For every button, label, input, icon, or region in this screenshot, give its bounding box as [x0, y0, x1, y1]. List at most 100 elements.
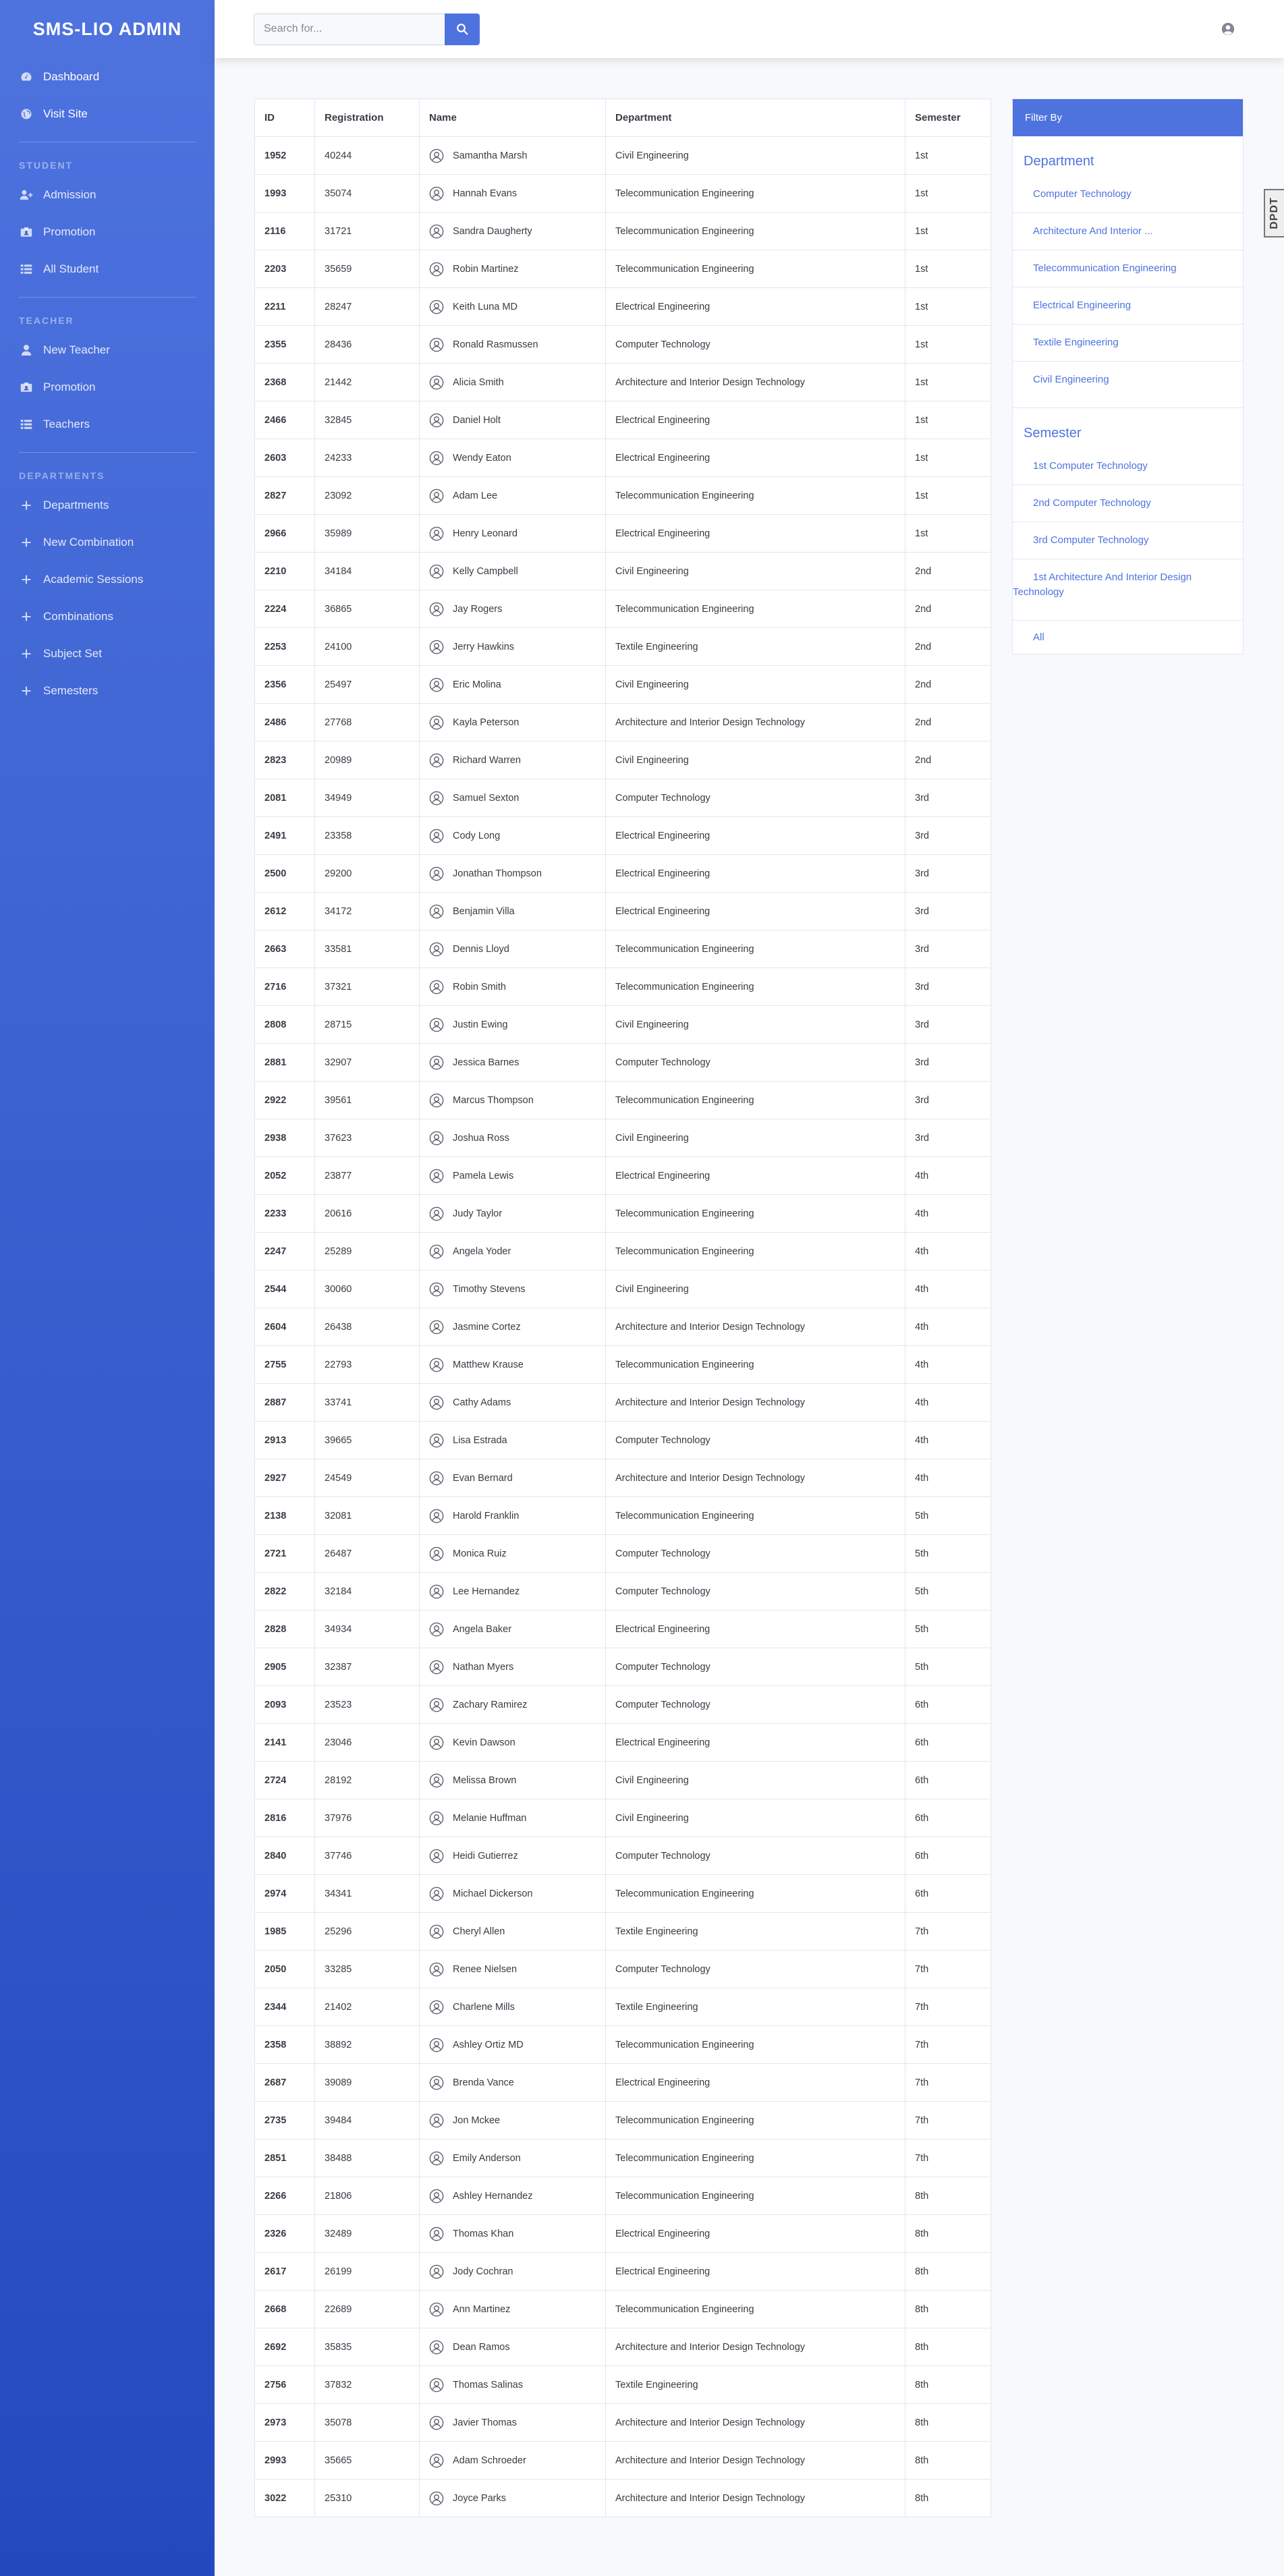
table-row[interactable]: 2486 27768 Kayla Peterson Architecture and …: [254, 703, 991, 741]
table-row[interactable]: 2081 34949 Samuel Sexton Computer Technolog…: [254, 779, 991, 817]
table-row[interactable]: 2993 35665 Adam Schroeder Architecture and …: [254, 2441, 991, 2480]
table-row[interactable]: 2355 28436 Ronald Rasmussen Computer Techno…: [254, 325, 991, 364]
sidebar-item-all-student[interactable]: All Student: [0, 250, 215, 287]
table-row[interactable]: 2828 34934 Angela Baker Electrical Engineer…: [254, 1610, 991, 1648]
sidebar-item-dashboard[interactable]: Dashboard: [0, 58, 215, 95]
table-row[interactable]: 2326 32489 Thomas Khan Electrical Engineeri…: [254, 2214, 991, 2253]
table-row[interactable]: 2756 37832 Thomas Salinas Textile Engineeri…: [254, 2365, 991, 2404]
table-row[interactable]: 2668 22689 Ann Martinez Telecommunication E…: [254, 2290, 991, 2328]
sidebar-item-subject-set[interactable]: Subject Set: [0, 635, 215, 672]
table-row[interactable]: 2823 20989 Richard Warren Civil Engineering…: [254, 741, 991, 779]
table-row[interactable]: 2203 35659 Robin Martinez Telecommunication…: [254, 250, 991, 288]
column-header-name[interactable]: Name: [419, 99, 606, 137]
table-row[interactable]: 2500 29200 Jonathan Thompson Electrical Eng…: [254, 854, 991, 893]
sidebar-item-admission[interactable]: Admission: [0, 176, 215, 213]
sidebar-item-new-teacher[interactable]: New Teacher: [0, 331, 215, 368]
table-row[interactable]: 2247 25289 Angela Yoder Telecommunication E…: [254, 1232, 991, 1270]
table-row[interactable]: 2612 34172 Benjamin Villa Electrical Engine…: [254, 892, 991, 930]
table-row[interactable]: 2141 23046 Kevin Dawson Electrical Engineer…: [254, 1723, 991, 1762]
table-row[interactable]: 1985 25296 Cheryl Allen Textile Engineering…: [254, 1912, 991, 1951]
column-header-semester[interactable]: Semester: [905, 99, 991, 137]
table-row[interactable]: 3022 25310 Joyce Parks Architecture and Int…: [254, 2479, 991, 2517]
sidebar-item-combinations[interactable]: Combinations: [0, 598, 215, 635]
user-account-icon[interactable]: [1221, 22, 1235, 36]
side-tab[interactable]: DPDT: [1264, 189, 1284, 237]
table-row[interactable]: 2922 39561 Marcus Thompson Telecommunicatio…: [254, 1081, 991, 1119]
table-row[interactable]: 2735 39484 Jon Mckee Telecommunication Engi…: [254, 2101, 991, 2139]
table-row[interactable]: 2211 28247 Keith Luna MD Electrical Enginee…: [254, 287, 991, 326]
table-row[interactable]: 2224 36865 Jay Rogers Telecommunication Eng…: [254, 590, 991, 628]
table-row[interactable]: 2138 32081 Harold Franklin Telecommunicatio…: [254, 1496, 991, 1535]
table-row[interactable]: 1993 35074 Hannah Evans Telecommunication E…: [254, 174, 991, 213]
table-row[interactable]: 2617 26199 Jody Cochran Electrical Engineer…: [254, 2252, 991, 2291]
search-input[interactable]: [254, 13, 445, 45]
column-header-id[interactable]: ID: [254, 99, 315, 137]
table-row[interactable]: 2974 34341 Michael Dickerson Telecommunicat…: [254, 1874, 991, 1913]
table-row[interactable]: 2116 31721 Sandra Daugherty Telecommunicati…: [254, 212, 991, 250]
table-row[interactable]: 2356 25497 Eric Molina Civil Engineering 2nd: [254, 665, 991, 704]
table-row[interactable]: 2544 30060 Timothy Stevens Civil Engineerin…: [254, 1270, 991, 1308]
table-row[interactable]: 2604 26438 Jasmine Cortez Architecture and …: [254, 1308, 991, 1346]
sidebar-item-new-combination[interactable]: New Combination: [0, 524, 215, 561]
table-row[interactable]: 2603 24233 Wendy Eaton Electrical Engineeri…: [254, 439, 991, 477]
table-row[interactable]: 2052 23877 Pamela Lewis Electrical Engineer…: [254, 1156, 991, 1195]
table-row[interactable]: 2233 20616 Judy Taylor Telecommunication En…: [254, 1194, 991, 1233]
table-row[interactable]: 2966 35989 Henry Leonard Electrical Enginee…: [254, 514, 991, 553]
brand-title[interactable]: SMS-LIO ADMIN: [0, 0, 215, 58]
table-row[interactable]: 2724 28192 Melissa Brown Civil Engineering 6…: [254, 1761, 991, 1799]
table-row[interactable]: 2755 22793 Matthew Krause Telecommunication…: [254, 1345, 991, 1384]
table-row[interactable]: 2808 28715 Justin Ewing Civil Engineering 3r…: [254, 1005, 991, 1044]
table-row[interactable]: 2663 33581 Dennis Lloyd Telecommunication E…: [254, 930, 991, 968]
sidebar-item-academic-sessions[interactable]: Academic Sessions: [0, 561, 215, 598]
sidebar-item-visit-site[interactable]: Visit Site: [0, 95, 215, 132]
table-row[interactable]: 2721 26487 Monica Ruiz Computer Technology 5…: [254, 1534, 991, 1573]
table-row[interactable]: 2692 35835 Dean Ramos Architecture and Inte…: [254, 2328, 991, 2366]
filter-department-architecture-and-interior[interactable]: Architecture And Interior ...: [1013, 213, 1243, 250]
sidebar-item-departments[interactable]: Departments: [0, 486, 215, 524]
column-header-registration[interactable]: Registration: [314, 99, 420, 137]
filter-semester-1st-computer-technology[interactable]: 1st Computer Technology: [1013, 448, 1243, 485]
table-row[interactable]: 2466 32845 Daniel Holt Electrical Engineeri…: [254, 401, 991, 439]
filter-department-computer-technology[interactable]: Computer Technology: [1013, 176, 1243, 213]
table-row[interactable]: 2716 37321 Robin Smith Telecommunication En…: [254, 968, 991, 1006]
table-row[interactable]: 2344 21402 Charlene Mills Textile Engineeri…: [254, 1988, 991, 2026]
table-row[interactable]: 2210 34184 Kelly Campbell Civil Engineering…: [254, 552, 991, 590]
table-row[interactable]: 2093 23523 Zachary Ramirez Computer Technol…: [254, 1685, 991, 1724]
table-row[interactable]: 2822 32184 Lee Hernandez Computer Technolog…: [254, 1572, 991, 1611]
table-row[interactable]: 2050 33285 Renee Nielsen Computer Technolog…: [254, 1950, 991, 1988]
table-row[interactable]: 2253 24100 Jerry Hawkins Textile Engineerin…: [254, 627, 991, 666]
filter-all-link[interactable]: All: [1013, 621, 1243, 654]
filter-semester-3rd-computer-technology[interactable]: 3rd Computer Technology: [1013, 522, 1243, 559]
table-row[interactable]: 2358 38892 Ashley Ortiz MD Telecommunicatio…: [254, 2025, 991, 2064]
table-row[interactable]: 2491 23358 Cody Long Electrical Engineering…: [254, 816, 991, 855]
table-row[interactable]: 2851 38488 Emily Anderson Telecommunication…: [254, 2139, 991, 2177]
table-row[interactable]: 2368 21442 Alicia Smith Architecture and In…: [254, 363, 991, 401]
table-row[interactable]: 2913 39665 Lisa Estrada Computer Technology…: [254, 1421, 991, 1459]
table-row[interactable]: 2827 23092 Adam Lee Telecommunication Engin…: [254, 476, 991, 515]
filter-department-textile-engineering[interactable]: Textile Engineering: [1013, 325, 1243, 362]
table-row[interactable]: 2938 37623 Joshua Ross Civil Engineering 3rd: [254, 1119, 991, 1157]
filter-semester-2nd-computer-technology[interactable]: 2nd Computer Technology: [1013, 485, 1243, 522]
table-row[interactable]: 2816 37976 Melanie Huffman Civil Engineerin…: [254, 1799, 991, 1837]
table-row[interactable]: 2973 35078 Javier Thomas Architecture and I…: [254, 2403, 991, 2442]
table-row[interactable]: 2905 32387 Nathan Myers Computer Technology…: [254, 1648, 991, 1686]
sidebar-item-promotion[interactable]: Promotion: [0, 368, 215, 405]
avatar-icon: [429, 337, 444, 352]
table-row[interactable]: 2881 32907 Jessica Barnes Computer Technolo…: [254, 1043, 991, 1082]
filter-department-telecommunication-engineering[interactable]: Telecommunication Engineering: [1013, 250, 1243, 287]
table-row[interactable]: 2927 24549 Evan Bernard Architecture and In…: [254, 1459, 991, 1497]
table-row[interactable]: 2887 33741 Cathy Adams Architecture and Int…: [254, 1383, 991, 1422]
sidebar-item-teachers[interactable]: Teachers: [0, 405, 215, 443]
filter-department-electrical-engineering[interactable]: Electrical Engineering: [1013, 287, 1243, 325]
cell-name: Cheryl Allen: [419, 1912, 606, 1951]
table-row[interactable]: 1952 40244 Samantha Marsh Civil Engineering…: [254, 136, 991, 175]
search-button[interactable]: [445, 13, 480, 45]
table-row[interactable]: 2266 21806 Ashley Hernandez Telecommunicati…: [254, 2177, 991, 2215]
table-row[interactable]: 2687 39089 Brenda Vance Electrical Engineer…: [254, 2063, 991, 2102]
sidebar-item-semesters[interactable]: Semesters: [0, 672, 215, 709]
sidebar-item-promotion[interactable]: Promotion: [0, 213, 215, 250]
filter-department-civil-engineering[interactable]: Civil Engineering: [1013, 362, 1243, 398]
column-header-department[interactable]: Department: [605, 99, 905, 137]
table-row[interactable]: 2840 37746 Heidi Gutierrez Computer Technol…: [254, 1837, 991, 1875]
filter-semester-1st-architecture-and-interior-design-technology[interactable]: 1st Architecture And Interior Design Tec…: [1013, 559, 1243, 611]
